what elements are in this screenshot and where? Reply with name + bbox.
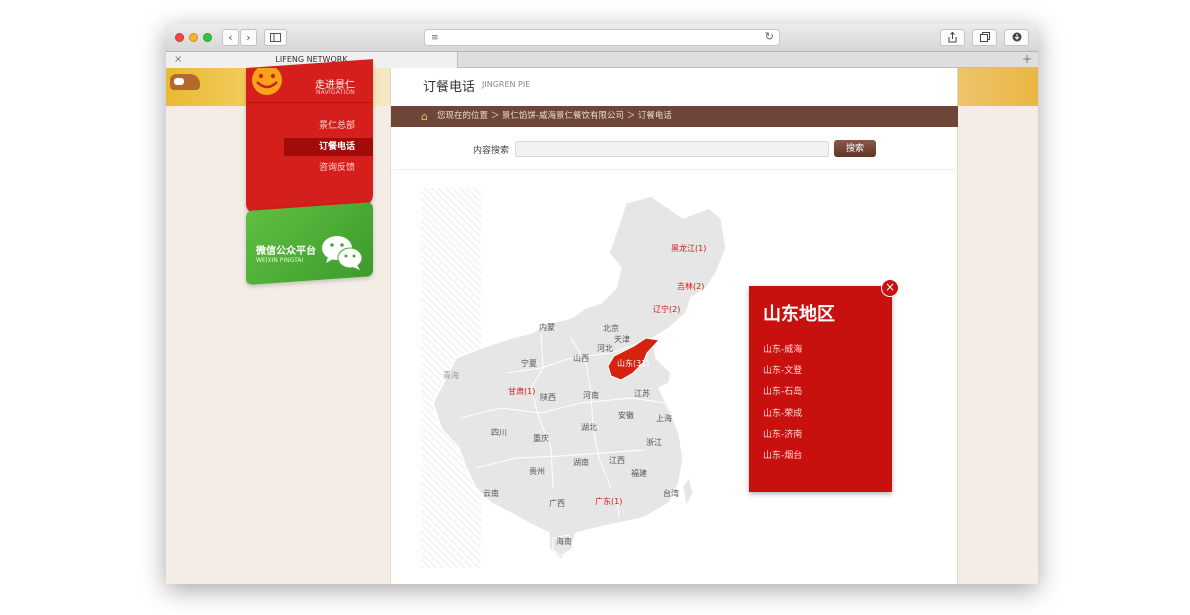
province-chongqing[interactable]: 重庆 — [533, 433, 549, 444]
close-window-button[interactable] — [175, 33, 184, 42]
province-sichuan[interactable]: 四川 — [491, 427, 507, 438]
province-taiwan[interactable]: 台湾 — [663, 488, 679, 499]
province-guizhou[interactable]: 贵州 — [529, 466, 545, 477]
search-label: 内容搜索 — [473, 146, 510, 156]
search-button[interactable]: 搜索 — [834, 140, 876, 157]
popup-title: 山东地区 — [763, 304, 835, 325]
province-anhui[interactable]: 安徽 — [618, 410, 634, 421]
province-guangxi[interactable]: 广西 — [549, 498, 565, 509]
popup-close-icon[interactable]: × — [881, 279, 899, 297]
downloads-button[interactable] — [1004, 29, 1029, 46]
province-hubei[interactable]: 湖北 — [581, 422, 597, 433]
page-title: 订餐电话 — [423, 80, 476, 95]
popup-item-shidao[interactable]: 山东-石岛 — [763, 384, 802, 397]
sidebar-divider — [246, 102, 373, 103]
china-map: 黑龙江(1) 吉林(2) 辽宁(2) 内蒙 北京 天津 河北 山西 山东(31)… — [421, 188, 751, 568]
province-jilin[interactable]: 吉林(2) — [677, 281, 704, 292]
wechat-card[interactable]: 微信公众平台 WEIXIN PINGTAI — [246, 218, 373, 284]
province-guangdong[interactable]: 广东(1) — [595, 496, 622, 507]
wechat-icon — [322, 236, 363, 270]
wechat-title: 微信公众平台 — [256, 246, 316, 257]
search-bar: 内容搜索 搜索 — [391, 127, 959, 170]
province-tianjin[interactable]: 天津 — [614, 334, 630, 345]
sidebar-item-order-phone[interactable]: 订餐电话 — [284, 138, 373, 156]
tabs-icon — [979, 32, 990, 42]
forward-button[interactable]: › — [240, 29, 257, 46]
nav-sidebar: 走进景仁 NAVIGATION 景仁总部 订餐电话 咨询反馈 — [246, 68, 373, 208]
province-hebei[interactable]: 河北 — [597, 343, 613, 354]
home-icon[interactable]: ⌂ — [421, 106, 428, 127]
popup-item-wendeng[interactable]: 山东-文登 — [763, 363, 802, 376]
province-shanghai[interactable]: 上海 — [656, 413, 672, 424]
content-header: 订餐电话 JINGREN PIE — [391, 68, 959, 106]
province-zhejiang[interactable]: 浙江 — [646, 437, 662, 448]
web-page: 走进景仁 NAVIGATION 景仁总部 订餐电话 咨询反馈 微信公众平台 WE… — [166, 59, 1038, 584]
page-subtitle: JINGREN PIE — [482, 80, 531, 89]
province-henan[interactable]: 河南 — [583, 390, 599, 401]
province-jiangsu[interactable]: 江苏 — [634, 388, 650, 399]
main-content: 订餐电话 JINGREN PIE ⌂ 您现在的位置 ＞ 景仁馅饼-威海景仁餐饮有… — [390, 68, 959, 584]
share-button[interactable] — [940, 29, 965, 46]
province-neimeng[interactable]: 内蒙 — [539, 322, 555, 333]
sidebar-item-headquarters[interactable]: 景仁总部 — [284, 117, 373, 135]
reader-icon[interactable]: ≡ — [431, 34, 439, 43]
sidebar-item-feedback[interactable]: 咨询反馈 — [284, 159, 373, 177]
breadcrumb: ⌂ 您现在的位置 ＞ 景仁馅饼-威海景仁餐饮有限公司 ＞ 订餐电话 — [391, 106, 959, 127]
breadcrumb-text[interactable]: 您现在的位置 ＞ 景仁馅饼-威海景仁餐饮有限公司 ＞ 订餐电话 — [437, 111, 672, 121]
popup-item-rongcheng[interactable]: 山东-荣成 — [763, 406, 802, 419]
province-qinghai[interactable]: 青海 — [443, 370, 459, 381]
sidebar-icon — [270, 33, 281, 42]
reload-icon[interactable]: ↻ — [765, 30, 774, 43]
province-fujian[interactable]: 福建 — [631, 468, 647, 479]
download-icon — [1012, 32, 1021, 42]
tabs-overview-button[interactable] — [972, 29, 997, 46]
province-shaanxi[interactable]: 陕西 — [540, 392, 556, 403]
province-liaoning[interactable]: 辽宁(2) — [653, 304, 680, 315]
wechat-subtitle: WEIXIN PINGTAI — [256, 257, 304, 264]
browser-window: ‹ › ≡ ↻ × LIFENG NETWORK + 走进景仁 NAVIGATI… — [166, 24, 1038, 584]
province-beijing[interactable]: 北京 — [603, 323, 619, 334]
province-ningxia[interactable]: 宁夏 — [521, 358, 537, 369]
search-input[interactable] — [515, 141, 829, 157]
popup-item-jinan[interactable]: 山东-济南 — [763, 427, 802, 440]
right-margin — [958, 106, 1038, 584]
province-shanxi[interactable]: 山西 — [573, 353, 589, 364]
province-hunan[interactable]: 湖南 — [573, 457, 589, 468]
province-heilongjiang[interactable]: 黑龙江(1) — [671, 243, 706, 254]
minimize-window-button[interactable] — [189, 33, 198, 42]
province-hainan[interactable]: 海南 — [556, 536, 572, 547]
sidebar-toggle-button[interactable] — [264, 29, 287, 46]
province-gansu[interactable]: 甘肃(1) — [508, 386, 535, 397]
popup-item-weihai[interactable]: 山东-威海 — [763, 342, 802, 355]
back-button[interactable]: ‹ — [222, 29, 239, 46]
smiley-logo-icon — [252, 68, 282, 95]
new-tab-icon[interactable]: + — [1022, 52, 1032, 67]
share-icon — [948, 31, 957, 43]
province-yunnan[interactable]: 云南 — [483, 488, 499, 499]
province-jiangxi[interactable]: 江西 — [609, 455, 625, 466]
province-shandong[interactable]: 山东(31) — [617, 358, 649, 369]
popup-item-yantai[interactable]: 山东-烟台 — [763, 448, 802, 461]
sidebar-subtitle: NAVIGATION — [315, 89, 355, 96]
browser-toolbar: ‹ › ≡ ↻ — [166, 24, 1038, 52]
address-bar[interactable]: ≡ ↻ — [424, 29, 780, 46]
maximize-window-button[interactable] — [203, 33, 212, 42]
cow-image — [170, 74, 200, 90]
region-popup: 山东地区 山东-威海 山东-文登 山东-石岛 山东-荣成 山东-济南 山东-烟台 — [749, 286, 892, 492]
close-tab-icon[interactable]: × — [174, 52, 182, 68]
